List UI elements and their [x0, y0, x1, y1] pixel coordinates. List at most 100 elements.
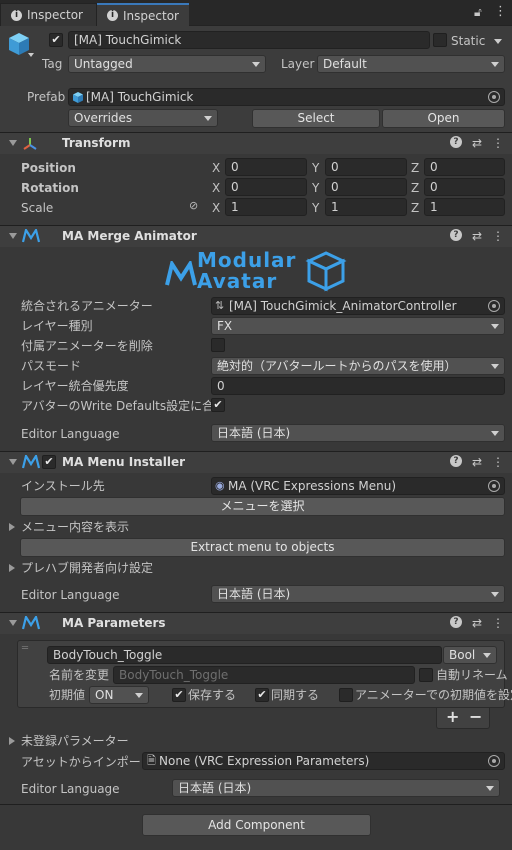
foldout-arrow-icon[interactable] — [9, 140, 17, 146]
synced-checkbox[interactable]: ✔ — [255, 688, 269, 702]
presets-icon[interactable]: ⇄ — [472, 229, 482, 243]
show-menu-contents-foldout[interactable]: メニュー内容を表示 — [21, 519, 129, 535]
tab-inspector-2[interactable]: i Inspector — [97, 3, 189, 26]
help-icon[interactable]: ? — [449, 455, 462, 467]
scale-y-field[interactable]: 1 — [325, 198, 407, 216]
presets-icon[interactable]: ⇄ — [472, 136, 482, 150]
scale-z-field[interactable]: 1 — [424, 198, 505, 216]
priority-field[interactable]: 0 — [211, 377, 505, 395]
select-button[interactable]: Select — [252, 109, 380, 128]
animator-default-label: アニメーターでの初期値を設定 — [355, 688, 512, 702]
foldout-collapsed-icon[interactable] — [9, 737, 15, 745]
kebab-menu-icon[interactable]: ⋮ — [492, 136, 504, 150]
menu-installer-header[interactable]: ✔ MA Menu Installer ? ⇄ ⋮ — [0, 451, 512, 473]
editor-language-dropdown[interactable]: 日本語 (日本) — [211, 424, 505, 442]
kebab-menu-icon[interactable]: ⋮ — [492, 229, 504, 243]
vrc-menu-icon: ◉ — [215, 479, 225, 492]
tab-label: Inspector — [123, 8, 179, 23]
static-checkbox[interactable] — [433, 33, 447, 47]
foldout-arrow-icon[interactable] — [9, 233, 17, 239]
parameters-header[interactable]: MA Parameters ? ⇄ ⋮ — [0, 612, 512, 634]
tab-inspector-1[interactable]: i Inspector — [0, 3, 97, 26]
foldout-arrow-icon[interactable] — [9, 620, 17, 626]
help-icon[interactable]: ? — [449, 229, 462, 241]
object-picker-icon[interactable] — [488, 300, 500, 312]
prefab-field[interactable]: [MA] TouchGimick — [68, 88, 505, 106]
transform-header[interactable]: Transform ? ⇄ ⋮ — [0, 132, 512, 154]
rotation-z-field[interactable]: 0 — [424, 178, 505, 196]
transform-body: Position Rotation Scale ⊘ X 0 Y 0 Z 0 X … — [0, 154, 512, 224]
write-defaults-checkbox[interactable]: ✔ — [211, 398, 225, 412]
path-mode-dropdown[interactable]: 絶対的（アバタールートからのパスを使用） — [211, 357, 505, 375]
kebab-menu-icon[interactable]: ⋮ — [492, 455, 504, 469]
z-label: Z — [411, 161, 420, 175]
foldout-collapsed-icon[interactable] — [9, 523, 15, 531]
kebab-menu-icon[interactable]: ⋮ — [492, 616, 504, 630]
merge-animator-header[interactable]: MA Merge Animator ? ⇄ ⋮ — [0, 225, 512, 247]
open-button[interactable]: Open — [382, 109, 505, 128]
foldout-collapsed-icon[interactable] — [9, 564, 15, 572]
presets-icon[interactable]: ⇄ — [472, 616, 482, 630]
y-label: Y — [312, 161, 320, 175]
lock-icon[interactable]: 🔓︎ — [474, 5, 482, 20]
layer-dropdown[interactable]: Default — [317, 55, 505, 73]
select-menu-button[interactable]: メニューを選択 — [20, 497, 505, 516]
rotation-y-field[interactable]: 0 — [325, 178, 407, 196]
position-label: Position — [21, 161, 76, 175]
object-name-field[interactable]: [MA] TouchGimick — [68, 31, 430, 49]
active-checkbox[interactable]: ✔ — [49, 33, 63, 47]
parameter-type-dropdown[interactable]: Bool — [443, 646, 497, 664]
rename-label: 名前を変更 — [49, 668, 110, 682]
menu-installer-title: MA Menu Installer — [62, 455, 186, 469]
unregistered-params-foldout[interactable]: 未登録パラメーター — [21, 733, 129, 749]
tag-dropdown[interactable]: Untagged — [68, 55, 266, 73]
static-dropdown-arrow[interactable] — [494, 39, 502, 44]
parameter-list: ═ BodyTouch_Toggle Bool 名前を変更 BodyTouch_… — [17, 640, 512, 708]
parameter-name-field[interactable]: BodyTouch_Toggle — [47, 646, 442, 664]
rename-field[interactable]: BodyTouch_Toggle — [113, 666, 415, 684]
editor-language-dropdown[interactable]: 日本語 (日本) — [172, 779, 500, 797]
rotation-x-field[interactable]: 0 — [225, 178, 307, 196]
static-label: Static — [451, 34, 486, 48]
extract-menu-button[interactable]: Extract menu to objects — [20, 538, 505, 557]
add-parameter-button[interactable]: + — [446, 708, 459, 726]
foldout-arrow-icon[interactable] — [9, 459, 17, 465]
gameobject-cube-icon[interactable] — [8, 32, 30, 56]
drag-handle-icon[interactable]: ═ — [22, 643, 28, 654]
constrain-link-icon[interactable]: ⊘ — [189, 199, 198, 212]
presets-icon[interactable]: ⇄ — [472, 455, 482, 469]
object-picker-icon[interactable] — [488, 480, 500, 492]
controller-label: 統合されるアニメーター — [21, 299, 153, 313]
layer-label: Layer — [281, 57, 315, 71]
kebab-menu-icon[interactable]: ⋮ — [494, 4, 507, 19]
saved-checkbox[interactable]: ✔ — [172, 688, 186, 702]
icon-dropdown-arrow[interactable] — [28, 53, 34, 57]
help-icon[interactable]: ? — [449, 136, 462, 148]
component-enabled-checkbox[interactable]: ✔ — [42, 455, 56, 469]
animator-default-checkbox[interactable] — [339, 688, 353, 702]
import-field[interactable]: 🗎︎ None (VRC Expression Parameters) — [142, 752, 505, 770]
z-label: Z — [411, 201, 420, 215]
remove-parameter-button[interactable]: − — [469, 708, 482, 726]
layer-type-dropdown[interactable]: FX — [211, 317, 505, 335]
install-to-field[interactable]: ◉ MA (VRC Expressions Menu) — [211, 477, 505, 495]
auto-rename-checkbox[interactable] — [419, 668, 433, 682]
delete-attached-checkbox[interactable] — [211, 338, 225, 352]
transform-icon — [23, 138, 37, 150]
object-picker-icon[interactable] — [488, 755, 500, 767]
overrides-dropdown[interactable]: Overrides — [68, 109, 218, 127]
position-y-field[interactable]: 0 — [325, 158, 407, 176]
saved-label: 保存する — [188, 688, 237, 702]
controller-field[interactable]: ⇅ [MA] TouchGimick_AnimatorController — [211, 297, 505, 315]
object-picker-icon[interactable] — [488, 91, 500, 103]
logo-text-line2: Avatar — [197, 269, 278, 293]
position-x-field[interactable]: 0 — [225, 158, 307, 176]
position-z-field[interactable]: 0 — [424, 158, 505, 176]
scale-label: Scale — [21, 201, 54, 215]
help-icon[interactable]: ? — [449, 616, 462, 628]
default-value-dropdown[interactable]: ON — [89, 686, 149, 704]
editor-language-dropdown[interactable]: 日本語 (日本) — [211, 585, 505, 603]
scale-x-field[interactable]: 1 — [225, 198, 307, 216]
add-component-button[interactable]: Add Component — [142, 814, 371, 836]
prefab-dev-settings-foldout[interactable]: プレハブ開発者向け設定 — [21, 560, 153, 576]
